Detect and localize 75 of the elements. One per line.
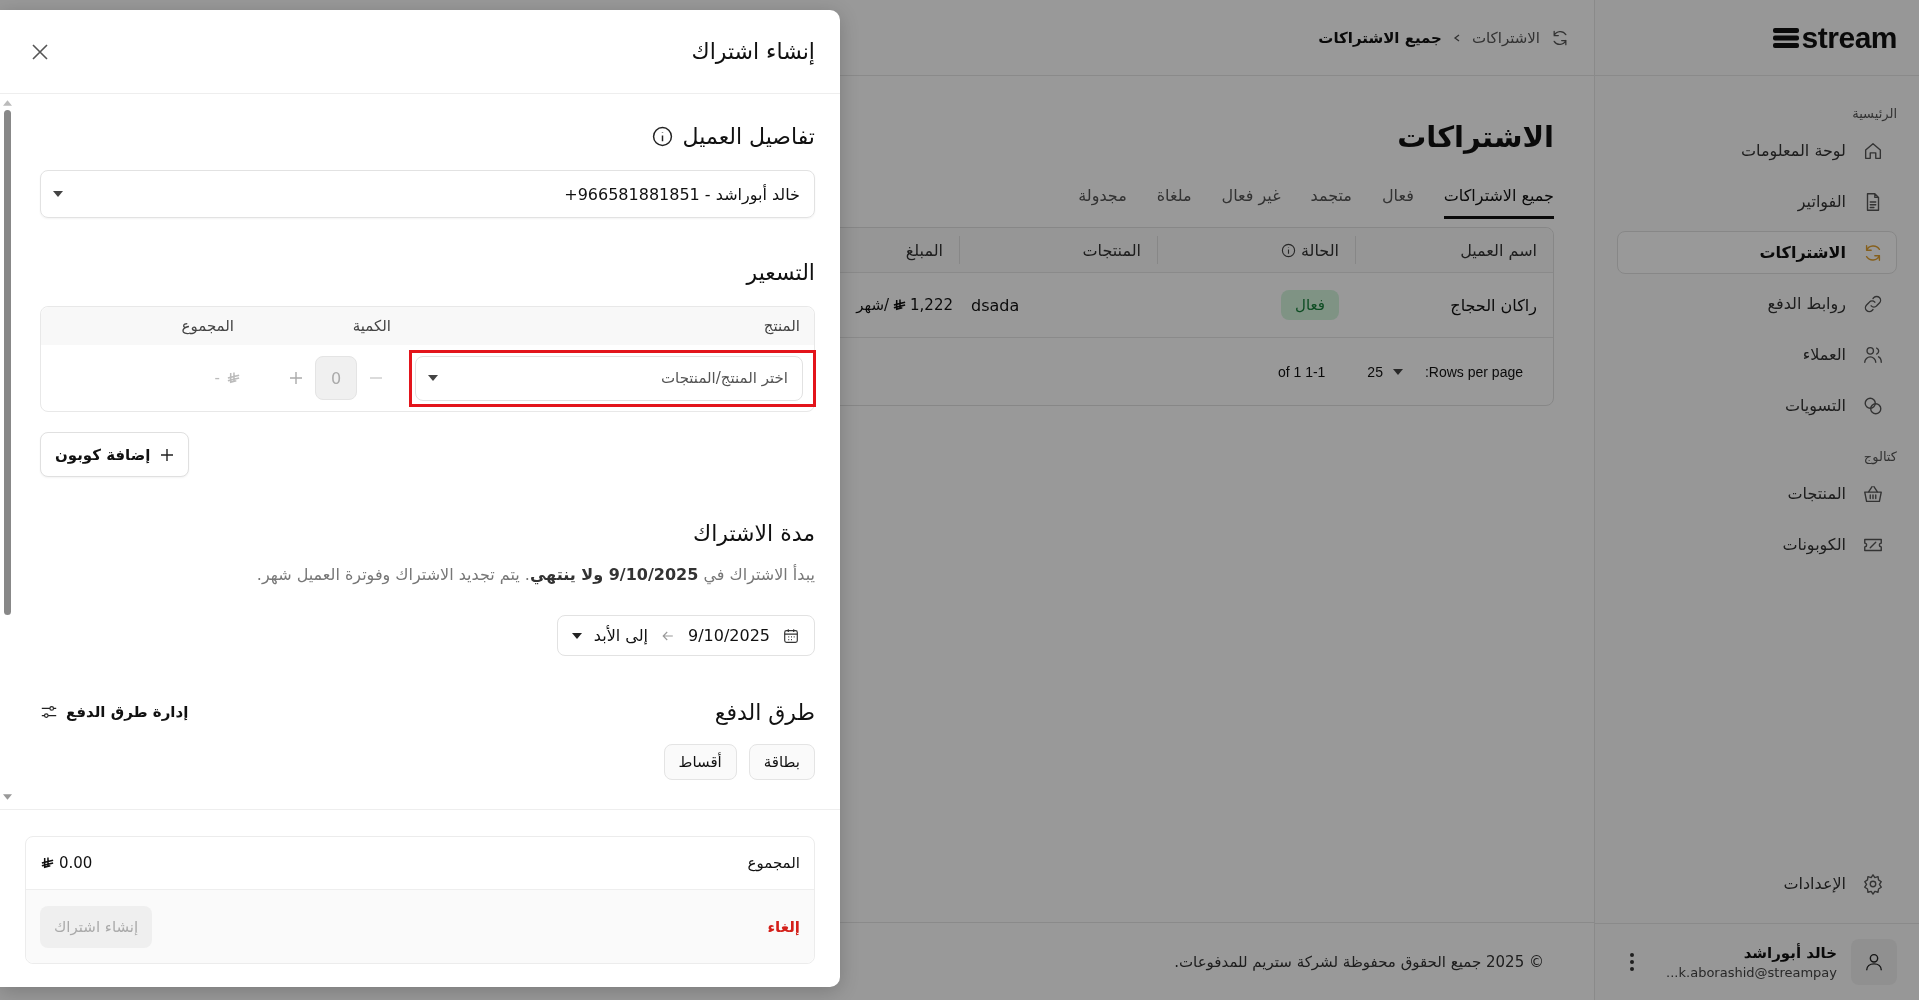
page-title: الاشتراكات [1397,119,1554,156]
tab[interactable]: غير فعال [1221,180,1281,219]
table-cell: راكان الحجاج [1450,295,1537,315]
close-icon[interactable] [30,41,50,62]
status-badge: فعال [1281,290,1339,320]
riyal-icon [40,855,55,871]
user-name: خالد أبوراشد [1742,944,1837,962]
tab[interactable]: مجدولة [1078,180,1127,219]
info-icon [651,125,673,147]
gear-icon [1862,872,1884,895]
scrollbar[interactable] [2,100,12,800]
user-email: k.aborashid@streampay... [1665,965,1837,980]
sidebar-item[interactable]: التسويات [1617,384,1897,427]
sidebar-item[interactable]: الفواتير [1617,180,1897,223]
sidebar-item[interactable]: الكوبونات [1617,523,1897,566]
caret-icon [53,191,63,197]
breadcrumb-link[interactable]: جميع الاشتراكات [1318,28,1442,47]
info-icon [1281,242,1296,258]
section-label: الرئيسية [1851,105,1897,123]
caret-icon [1392,368,1403,375]
cancel-link[interactable]: إلغاء [767,917,800,936]
column-header: الكمية [352,317,392,335]
arrow-down-icon[interactable] [2,794,12,800]
sidebar-item[interactable]: المنتجات [1617,472,1897,515]
caret-icon [571,632,582,639]
caret-icon [428,375,438,381]
product-select[interactable]: اختر المنتج/المنتجات [415,355,803,401]
more-icon[interactable] [1629,952,1635,972]
payment-method-chip[interactable]: أقساط [663,744,737,780]
duration-description: يبدأ الاشتراك في 9/10/2025 ولا ينتهي. يتم تجديد الاشتراك وفوترة العميل شهر. [255,563,815,587]
section-heading: التسعير [746,259,815,285]
plus-icon[interactable] [289,371,303,385]
tab[interactable]: جميع الاشتراكات [1443,180,1554,219]
tab[interactable]: متجمد [1310,180,1352,219]
breadcrumb-link[interactable]: الاشتراكات [1471,28,1540,47]
period-text: /شهر [856,296,890,314]
section-heading: مدة الاشتراك [693,520,815,546]
summary-total: 0.00 [59,854,93,872]
avatar-icon [1851,939,1897,985]
section-heading: طرق الدفع [714,699,815,725]
amount-text: 1,222 [910,296,953,314]
add-coupon-button[interactable]: إضافة كوبون [40,432,190,477]
line-total: - [214,369,220,387]
column-header: اسم العميل [1460,240,1537,260]
riyal-icon [226,370,241,386]
sidebar-item[interactable]: الاشتراكات [1617,231,1897,274]
dialog-title: إنشاء اشتراك [691,39,815,64]
column-header: المنتجات [1082,240,1141,260]
logo[interactable]: stream [1772,20,1897,55]
sidebar-item[interactable]: العملاء [1617,333,1897,376]
sliders-icon [40,703,58,721]
plus-icon [160,447,175,462]
tab[interactable]: فعال [1381,180,1414,219]
manage-payment-methods-link[interactable]: إدارة طرق الدفع [40,703,189,721]
column-header: المبلغ [905,240,943,260]
column-header: الحالة [1301,240,1339,260]
customer-select[interactable]: خالد أبوراشد - 966581881851+ [40,170,815,218]
section-heading: تفاصيل العميل [682,123,815,149]
table-cell: dsada [971,295,1020,315]
page-range: 1-1 of 1 [1277,363,1326,380]
tab[interactable]: ملغاة [1156,180,1192,219]
column-header: المجموع [181,317,235,335]
calendar-icon [782,626,800,645]
summary-label: المجموع [747,854,800,872]
sidebar-item[interactable]: لوحة المعلومات [1617,129,1897,172]
payment-method-chip[interactable]: بطاقة [748,744,815,780]
column-header: المنتج [763,317,801,335]
sidebar-item[interactable]: روابط الدفع [1617,282,1897,325]
riyal-icon [892,297,908,313]
rows-per-page-select[interactable]: 25 [1347,363,1403,380]
copyright-text: © 2025 جميع الحقوق محفوظة لشركة ستريم للمدفوعات. [1174,952,1544,971]
section-label: كتالوج [1862,448,1897,467]
rows-per-page-label: Rows per page: [1424,363,1523,380]
settings-item[interactable]: الإعدادات [1617,862,1897,905]
arrow-up-icon[interactable] [2,100,12,106]
